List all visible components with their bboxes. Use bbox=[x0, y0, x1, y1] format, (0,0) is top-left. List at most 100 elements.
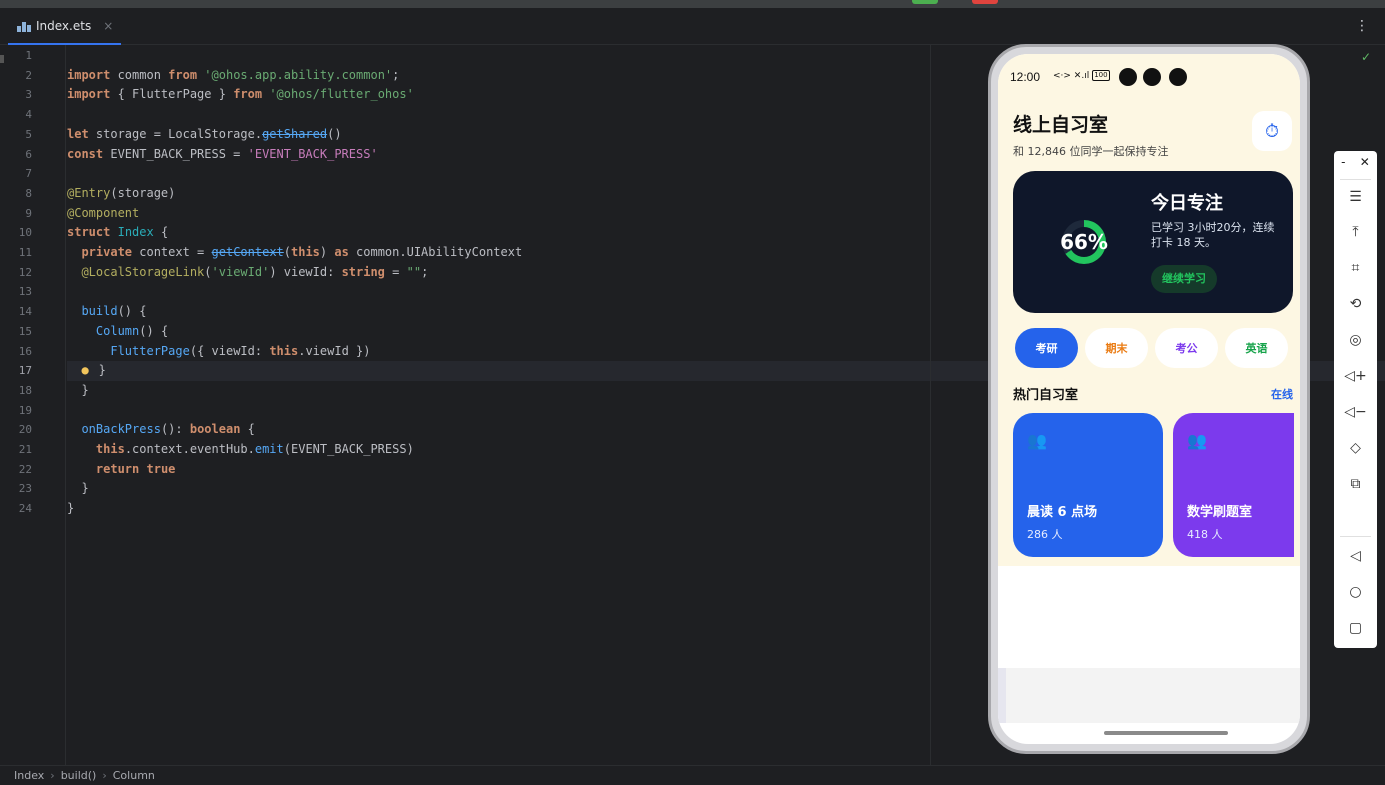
line-number[interactable]: 14 bbox=[2, 302, 32, 322]
editor-preview-divider[interactable] bbox=[930, 45, 931, 765]
minimize-button[interactable]: - bbox=[1341, 155, 1345, 169]
line-number[interactable]: 23 bbox=[2, 479, 32, 499]
room-count: 418 人 bbox=[1187, 528, 1223, 541]
code-line-3: import { FlutterPage } from '@ohos/flutt… bbox=[67, 87, 414, 102]
stopwatch-icon: ⏱ bbox=[1264, 120, 1280, 142]
inspection-ok-icon[interactable]: ✓ bbox=[1361, 50, 1371, 64]
more-options-icon[interactable]: ⋮ bbox=[1355, 18, 1369, 34]
timer-button[interactable]: ⏱ bbox=[1252, 111, 1292, 151]
code-line-11: private context = getContext(this) as co… bbox=[81, 245, 523, 259]
room-name: 数学刷题室 bbox=[1187, 505, 1253, 520]
line-number[interactable]: 16 bbox=[2, 342, 32, 362]
line-number[interactable]: 18 bbox=[2, 381, 32, 401]
line-number[interactable]: 15 bbox=[2, 322, 32, 342]
code-line-10: struct Index { bbox=[67, 225, 169, 240]
section-online-link[interactable]: 在线 bbox=[1271, 386, 1293, 402]
code-line-24: } bbox=[67, 501, 75, 516]
stop-indicator[interactable] bbox=[972, 0, 998, 4]
code-line-20: onBackPress(): boolean { bbox=[81, 422, 255, 437]
room-card[interactable]: 👥 数学刷题室 418 人 bbox=[1173, 413, 1294, 557]
line-number[interactable]: 3 bbox=[2, 85, 32, 105]
tab-index-ets[interactable]: Index.ets × bbox=[8, 8, 122, 45]
pin-top-icon[interactable]: ⤒ bbox=[1334, 224, 1377, 240]
bottom-area bbox=[998, 668, 1300, 723]
room-count: 286 人 bbox=[1027, 528, 1063, 541]
phone-emulator: 12:00 <·> ✕.ıl 100 线上自习室 和 12,846 位同学一起保… bbox=[988, 44, 1310, 754]
line-number[interactable]: 6 bbox=[2, 145, 32, 165]
app-title: 线上自习室 bbox=[1013, 114, 1109, 136]
code-line-21: this.context.eventHub.emit(EVENT_BACK_PR… bbox=[95, 442, 414, 456]
focus-card: 66% 今日专注 已学习 3小时20分，连续打卡 18 天。 继续学习 bbox=[1013, 171, 1293, 313]
menu-icon[interactable]: ☰ bbox=[1334, 189, 1377, 205]
line-number[interactable]: 7 bbox=[2, 164, 32, 184]
close-button[interactable]: ✕ bbox=[1360, 155, 1370, 169]
volume-up-icon[interactable]: ◁+ bbox=[1334, 368, 1377, 384]
home-indicator[interactable] bbox=[1104, 731, 1228, 735]
toolbar-divider bbox=[1340, 536, 1371, 537]
rotate-icon[interactable]: ⟲ bbox=[1334, 296, 1377, 312]
home-icon[interactable]: ○ bbox=[1334, 584, 1377, 600]
line-number[interactable]: 19 bbox=[2, 401, 32, 421]
line-number[interactable]: 11 bbox=[2, 243, 32, 263]
line-number[interactable]: 22 bbox=[2, 460, 32, 480]
code-line-2: import common from '@ohos.app.ability.co… bbox=[67, 67, 400, 82]
room-card[interactable]: 👥 晨读 6 点场 286 人 bbox=[1013, 413, 1163, 557]
line-number[interactable]: 24 bbox=[2, 499, 32, 519]
phone-screen[interactable]: 12:00 <·> ✕.ıl 100 线上自习室 和 12,846 位同学一起保… bbox=[998, 54, 1300, 744]
focus-title: 今日专注 bbox=[1151, 193, 1223, 214]
line-number[interactable]: 17 bbox=[2, 361, 32, 381]
line-number[interactable]: 20 bbox=[2, 420, 32, 440]
shake-icon[interactable]: ◇ bbox=[1334, 440, 1377, 456]
crop-icon[interactable]: ⌗ bbox=[1334, 260, 1377, 276]
line-number[interactable]: 10 bbox=[2, 223, 32, 243]
breadcrumb-item[interactable]: Column bbox=[113, 769, 155, 782]
window-top-strip bbox=[0, 0, 1385, 8]
category-chip[interactable]: 期末 bbox=[1085, 328, 1148, 368]
code-line-12: @LocalStorageLink('viewId') viewId: stri… bbox=[81, 264, 429, 279]
recents-icon[interactable]: ▢ bbox=[1334, 620, 1377, 636]
multi-device-icon[interactable]: ⧉ bbox=[1334, 476, 1377, 492]
camera-dot-icon bbox=[1119, 68, 1137, 86]
camera-dot-icon bbox=[1143, 68, 1161, 86]
toolbar-header: - ✕ bbox=[1334, 155, 1377, 169]
code-line-8: @Entry(storage) bbox=[67, 185, 176, 200]
line-number[interactable]: 5 bbox=[2, 125, 32, 145]
progress-label: 66% bbox=[1060, 230, 1108, 254]
category-chip[interactable]: 考研 bbox=[1015, 328, 1078, 368]
volume-down-icon[interactable]: ◁− bbox=[1334, 404, 1377, 420]
tab-label: Index.ets bbox=[36, 18, 92, 33]
line-number[interactable]: 9 bbox=[2, 204, 32, 224]
continue-study-button[interactable]: 继续学习 bbox=[1151, 265, 1217, 293]
line-number[interactable]: 4 bbox=[2, 105, 32, 125]
run-indicator[interactable] bbox=[912, 0, 938, 4]
focus-description: 已学习 3小时20分，连续打卡 18 天。 bbox=[1151, 221, 1275, 249]
back-icon[interactable]: ◁ bbox=[1334, 548, 1377, 564]
breadcrumb-item[interactable]: Index bbox=[14, 769, 44, 782]
code-editor[interactable]: import common from '@ohos.app.ability.co… bbox=[67, 45, 1385, 765]
category-chip[interactable]: 英语 bbox=[1225, 328, 1288, 368]
group-icon: 👥 bbox=[1027, 431, 1047, 450]
code-line-6: const EVENT_BACK_PRESS = 'EVENT_BACK_PRE… bbox=[67, 146, 378, 161]
app-subtitle: 和 12,846 位同学一起保持专注 bbox=[1013, 145, 1169, 158]
code-line-22: return true bbox=[95, 461, 176, 476]
line-number[interactable]: 1 bbox=[2, 46, 32, 66]
line-number[interactable]: 12 bbox=[2, 263, 32, 283]
status-icons: <·> ✕.ıl 100 bbox=[1053, 70, 1110, 81]
arkts-file-icon bbox=[16, 19, 31, 33]
battery-icon: 100 bbox=[1092, 70, 1110, 81]
signal-icon: <·> ✕.ıl bbox=[1053, 70, 1090, 81]
toolbar-divider bbox=[1340, 179, 1371, 180]
line-number[interactable]: 21 bbox=[2, 440, 32, 460]
code-line-14: build() { bbox=[81, 304, 147, 319]
category-chip[interactable]: 考公 bbox=[1155, 328, 1218, 368]
line-number[interactable]: 13 bbox=[2, 282, 32, 302]
breadcrumb-item[interactable]: build() bbox=[61, 769, 97, 782]
line-number[interactable]: 8 bbox=[2, 184, 32, 204]
line-number[interactable]: 2 bbox=[2, 66, 32, 86]
tab-close-icon[interactable]: × bbox=[103, 19, 113, 33]
code-line-15: Column() { bbox=[95, 323, 169, 338]
location-icon[interactable]: ◎ bbox=[1334, 332, 1377, 348]
editor-tab-bar: Index.ets × ⋮ bbox=[0, 8, 1385, 45]
status-time: 12:00 bbox=[1010, 70, 1041, 84]
lightbulb-icon[interactable]: ● bbox=[81, 361, 91, 377]
